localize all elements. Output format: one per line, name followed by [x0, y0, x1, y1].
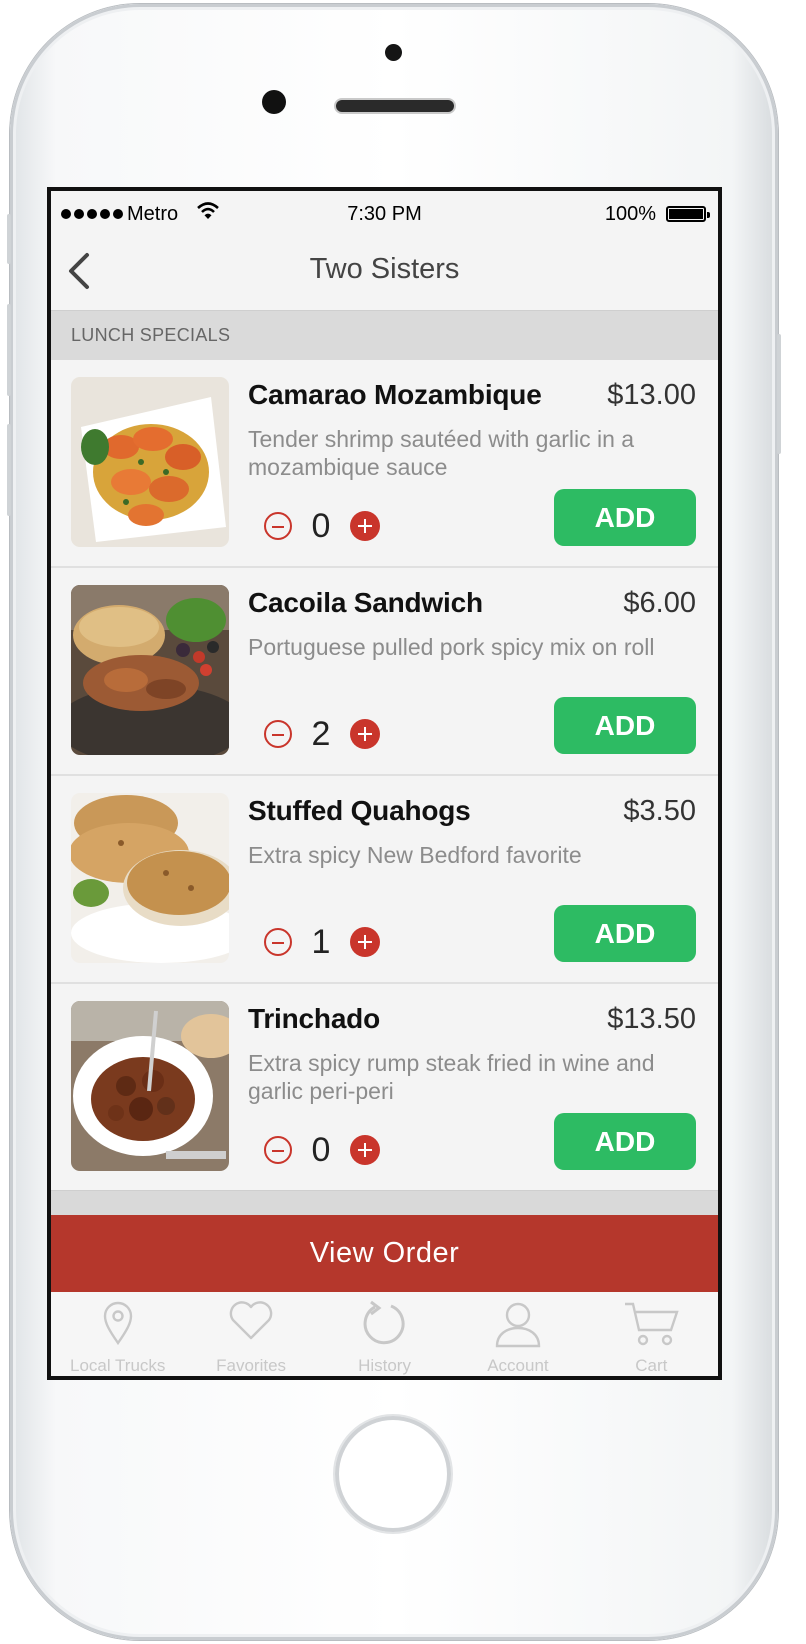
mute-switch — [7, 214, 11, 264]
history-icon — [363, 1300, 405, 1345]
section-label: LUNCH SPECIALS — [71, 325, 231, 345]
item-name: Camarao Mozambique — [248, 379, 542, 410]
menu-item: Stuffed Quahogs $3.50 Extra spicy New Be… — [51, 776, 718, 984]
item-price: $13.50 — [607, 1003, 696, 1035]
item-description: Portuguese pulled pork spicy mix on roll — [248, 634, 655, 660]
item-price: $6.00 — [623, 587, 696, 619]
earpiece-speaker — [336, 100, 454, 112]
quantity-stepper: 0 — [264, 1130, 380, 1170]
location-pin-icon — [103, 1301, 132, 1346]
decrease-quantity-icon[interactable] — [264, 928, 292, 956]
tab-label: Cart — [635, 1356, 668, 1375]
volume-up-button — [7, 304, 11, 396]
quantity-value: 0 — [311, 1130, 331, 1169]
view-order-button[interactable]: View Order — [51, 1215, 718, 1292]
food-photo[interactable] — [71, 377, 229, 547]
tab-label: History — [358, 1356, 411, 1375]
item-description: Extra spicy rump steak fried in wine and… — [248, 1050, 655, 1104]
tab-history[interactable]: History — [318, 1292, 451, 1376]
section-header: LUNCH SPECIALS — [51, 311, 718, 360]
power-button — [777, 334, 781, 454]
increase-quantity-icon[interactable] — [350, 927, 380, 957]
decrease-quantity-icon[interactable] — [264, 720, 292, 748]
add-button[interactable]: ADD — [554, 905, 696, 962]
page-title: Two Sisters — [309, 253, 460, 285]
item-name: Stuffed Quahogs — [248, 795, 471, 826]
increase-quantity-icon[interactable] — [350, 1135, 380, 1165]
tab-local-trucks[interactable]: Local Trucks — [51, 1292, 184, 1376]
menu-item: Cacoila Sandwich $6.00 Portuguese pulled… — [51, 568, 718, 776]
food-photo[interactable] — [71, 1001, 229, 1171]
quantity-value: 2 — [311, 714, 331, 753]
tab-label: Favorites — [216, 1356, 287, 1375]
volume-down-button — [7, 424, 11, 516]
food-photo[interactable] — [71, 793, 229, 963]
item-price: $13.00 — [607, 379, 696, 411]
increase-quantity-icon[interactable] — [350, 719, 380, 749]
quantity-value: 0 — [311, 506, 331, 545]
status-bar: Metro 7:30 PM 100% — [51, 191, 718, 233]
heart-icon — [229, 1301, 273, 1340]
tab-favorites[interactable]: Favorites — [184, 1292, 317, 1376]
front-sensor — [385, 44, 402, 61]
add-button[interactable]: ADD — [554, 697, 696, 754]
decrease-quantity-icon[interactable] — [264, 512, 292, 540]
decrease-quantity-icon[interactable] — [264, 1136, 292, 1164]
menu-item: Camarao Mozambique $13.00 Tender shrimp … — [51, 360, 718, 568]
phone-screen: Metro 7:30 PM 100% Two Sisters LUNCH SPE… — [47, 187, 722, 1380]
item-price: $3.50 — [623, 795, 696, 827]
cart-icon — [625, 1302, 679, 1346]
battery-icon — [666, 206, 710, 222]
tab-label: Local Trucks — [69, 1356, 166, 1375]
tab-label: Account — [487, 1356, 549, 1375]
navigation-bar: Two Sisters — [51, 233, 718, 311]
add-button[interactable]: ADD — [554, 1113, 696, 1170]
add-button[interactable]: ADD — [554, 489, 696, 546]
tab-bar: Local Trucks Favorites History Account C… — [51, 1292, 718, 1376]
tab-account[interactable]: Account — [451, 1292, 584, 1376]
front-camera — [262, 90, 286, 114]
tab-cart[interactable]: Cart — [585, 1292, 718, 1376]
home-button[interactable] — [335, 1416, 451, 1532]
list-footer-spacer — [51, 1191, 718, 1215]
battery-percent: 100% — [604, 203, 656, 225]
item-name: Trinchado — [248, 1003, 380, 1034]
quantity-stepper: 0 — [264, 506, 380, 546]
food-photo[interactable] — [71, 585, 229, 755]
item-description: Extra spicy New Bedford favorite — [248, 842, 582, 868]
menu-item: Trinchado $13.50 Extra spicy rump steak … — [51, 984, 718, 1192]
quantity-value: 1 — [311, 922, 331, 961]
item-name: Cacoila Sandwich — [248, 587, 483, 618]
account-icon — [495, 1302, 541, 1348]
quantity-stepper: 1 — [264, 922, 380, 962]
item-description: Tender shrimp sautéed with garlic in a m… — [248, 426, 635, 480]
increase-quantity-icon[interactable] — [350, 511, 380, 541]
quantity-stepper: 2 — [264, 714, 380, 754]
